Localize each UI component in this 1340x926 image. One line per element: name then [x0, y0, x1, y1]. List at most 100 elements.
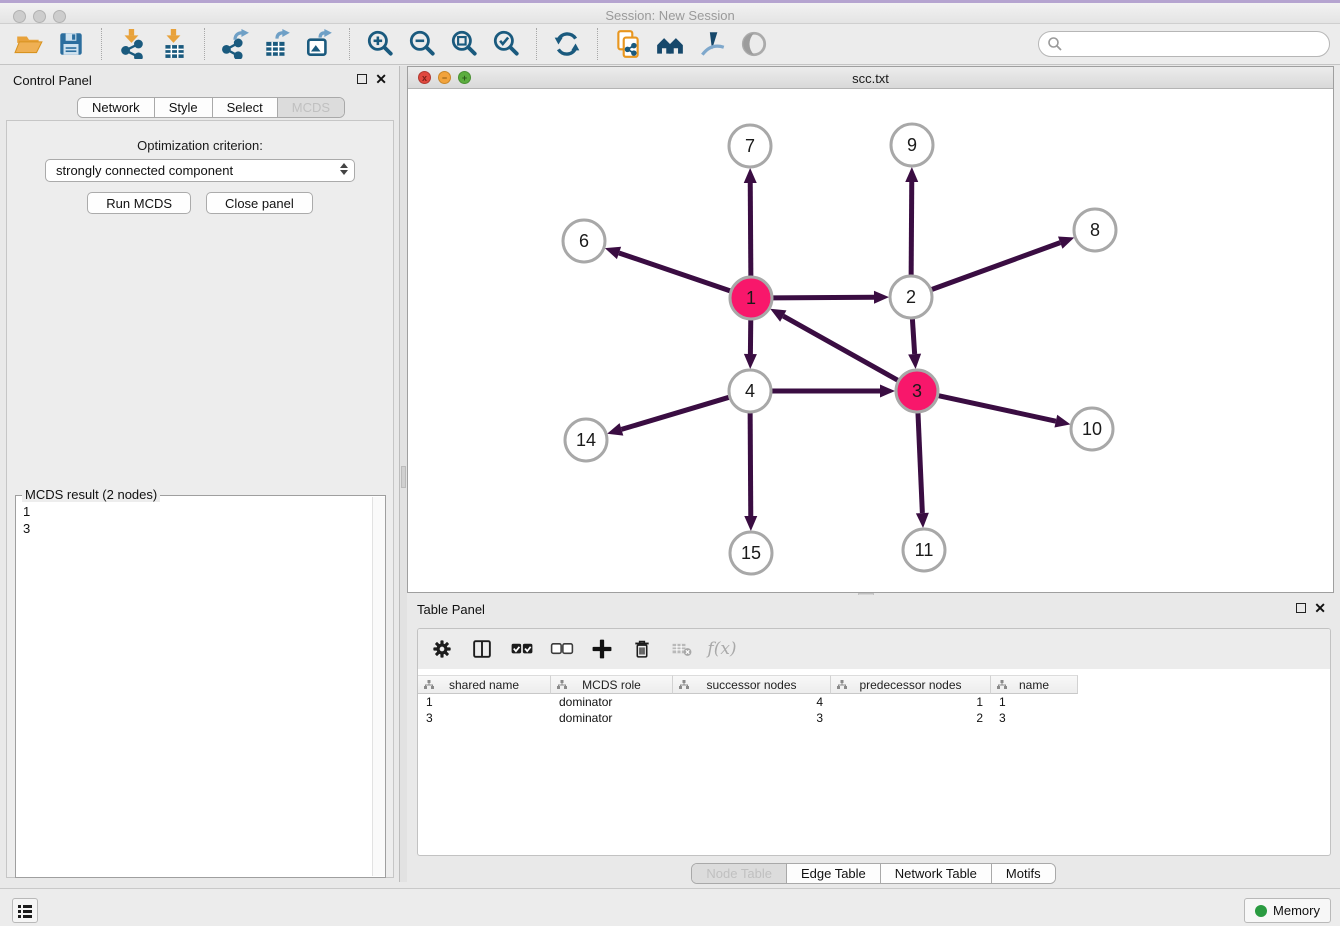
- add-row-icon[interactable]: [588, 635, 616, 663]
- edge-2-3[interactable]: [912, 319, 914, 354]
- deselect-all-icon[interactable]: [548, 635, 576, 663]
- table-cell[interactable]: dominator: [551, 694, 673, 710]
- column-type-icon: [424, 680, 434, 690]
- graph-node-label: 1: [746, 288, 756, 308]
- select-all-icon[interactable]: [508, 635, 536, 663]
- edge-3-10[interactable]: [938, 396, 1055, 421]
- delete-table-icon: [668, 635, 696, 663]
- zoom-selected-icon[interactable]: [489, 27, 523, 61]
- run-mcds-button[interactable]: Run MCDS: [87, 192, 191, 214]
- table-cell[interactable]: 2: [831, 710, 991, 726]
- table-tab-network-table[interactable]: Network Table: [881, 864, 992, 883]
- table-tab-node-table[interactable]: Node Table: [692, 864, 787, 883]
- network-window-title: scc.txt: [408, 71, 1333, 86]
- edge-1-6[interactable]: [619, 253, 730, 291]
- column-header-successor-nodes[interactable]: successor nodes: [673, 675, 831, 694]
- edge-arrowhead: [744, 168, 757, 183]
- column-header-MCDS-role[interactable]: MCDS role: [551, 675, 673, 694]
- memory-label: Memory: [1273, 903, 1320, 918]
- column-header-shared-name[interactable]: shared name: [418, 675, 551, 694]
- column-header-predecessor-nodes[interactable]: predecessor nodes: [831, 675, 991, 694]
- dropdown-arrows-icon: [340, 163, 348, 175]
- graph-node-label: 15: [741, 543, 761, 563]
- edge-2-9[interactable]: [911, 182, 912, 275]
- network-graph[interactable]: 7968124314101511: [408, 89, 1333, 592]
- zoom-fit-icon[interactable]: [447, 27, 481, 61]
- zoom-in-icon[interactable]: [363, 27, 397, 61]
- table-row[interactable]: 1dominator411: [418, 694, 1330, 710]
- tab-mcds[interactable]: MCDS: [278, 98, 344, 117]
- import-table-icon[interactable]: [157, 27, 191, 61]
- edge-3-1[interactable]: [783, 316, 898, 380]
- panel-splitter[interactable]: [400, 66, 407, 882]
- table-cell[interactable]: 4: [673, 694, 831, 710]
- table-panel-title: Table Panel: [417, 602, 485, 617]
- table-row[interactable]: 3dominator323: [418, 710, 1330, 726]
- tab-style[interactable]: Style: [155, 98, 213, 117]
- main-toolbar: [0, 24, 1340, 65]
- table-cell[interactable]: 1: [418, 694, 551, 710]
- task-history-button[interactable]: [12, 898, 38, 923]
- edge-1-2[interactable]: [773, 297, 874, 298]
- edge-3-11[interactable]: [918, 413, 922, 513]
- function-builder-icon: f(x): [708, 635, 736, 663]
- graph-node-label: 3: [912, 381, 922, 401]
- result-scrollbar[interactable]: [372, 497, 385, 876]
- edge-arrowhead: [916, 513, 929, 528]
- criterion-dropdown[interactable]: strongly connected component: [45, 159, 355, 182]
- toolbar-separator: [597, 28, 598, 60]
- open-session-icon[interactable]: [12, 27, 46, 61]
- export-image-icon[interactable]: [302, 27, 336, 61]
- optimization-criterion-label: Optimization criterion:: [7, 138, 393, 153]
- export-network-icon[interactable]: [218, 27, 252, 61]
- column-type-icon: [557, 680, 567, 690]
- table-cell[interactable]: 3: [673, 710, 831, 726]
- close-panel-button[interactable]: Close panel: [206, 192, 313, 214]
- network-window-titlebar[interactable]: x − + scc.txt: [408, 67, 1333, 89]
- node-table-frame: f(x) shared nameMCDS rolesuccessor nodes…: [417, 628, 1331, 856]
- column-header-name[interactable]: name: [991, 675, 1078, 694]
- table-cell[interactable]: 1: [991, 694, 1078, 710]
- mcds-result-list[interactable]: 13: [16, 500, 371, 877]
- tab-network[interactable]: Network: [78, 98, 155, 117]
- delete-row-icon[interactable]: [628, 635, 656, 663]
- toolbar-separator: [536, 28, 537, 60]
- table-tab-edge-table[interactable]: Edge Table: [787, 864, 881, 883]
- float-table-panel-icon[interactable]: [1296, 603, 1306, 613]
- tab-select[interactable]: Select: [213, 98, 278, 117]
- table-cell[interactable]: 3: [418, 710, 551, 726]
- table-cell[interactable]: dominator: [551, 710, 673, 726]
- edge-1-7[interactable]: [750, 183, 751, 276]
- show-hide-icon[interactable]: [737, 27, 771, 61]
- import-network-icon[interactable]: [115, 27, 149, 61]
- float-panel-icon[interactable]: [357, 74, 367, 84]
- edge-4-14[interactable]: [621, 397, 728, 429]
- show-column-icon[interactable]: [468, 635, 496, 663]
- edge-4-15[interactable]: [750, 413, 751, 516]
- table-tab-motifs[interactable]: Motifs: [992, 864, 1055, 883]
- graph-node-label: 8: [1090, 220, 1100, 240]
- save-session-icon[interactable]: [54, 27, 88, 61]
- table-cell[interactable]: 3: [991, 710, 1078, 726]
- table-toolbar: f(x): [418, 629, 1330, 669]
- search-input[interactable]: [1063, 34, 1329, 54]
- table-cell[interactable]: 1: [831, 694, 991, 710]
- search-icon: [1047, 36, 1063, 52]
- clone-network-icon[interactable]: [611, 27, 645, 61]
- graph-node-label: 10: [1082, 419, 1102, 439]
- close-table-panel-icon[interactable]: ✕: [1314, 603, 1326, 613]
- table-panel-header: Table Panel ✕: [407, 595, 1340, 625]
- graph-node-label: 11: [915, 540, 934, 560]
- edge-2-8[interactable]: [932, 243, 1061, 290]
- first-neighbors-icon[interactable]: [653, 27, 687, 61]
- zoom-out-icon[interactable]: [405, 27, 439, 61]
- close-panel-icon[interactable]: ✕: [375, 74, 387, 84]
- network-canvas[interactable]: 7968124314101511: [408, 89, 1333, 592]
- refresh-network-icon[interactable]: [550, 27, 584, 61]
- export-table-icon[interactable]: [260, 27, 294, 61]
- table-settings-icon[interactable]: [428, 635, 456, 663]
- memory-button[interactable]: Memory: [1244, 898, 1331, 923]
- edge-arrowhead: [744, 516, 757, 531]
- graph-node-label: 2: [906, 287, 916, 307]
- apply-style-icon[interactable]: [695, 27, 729, 61]
